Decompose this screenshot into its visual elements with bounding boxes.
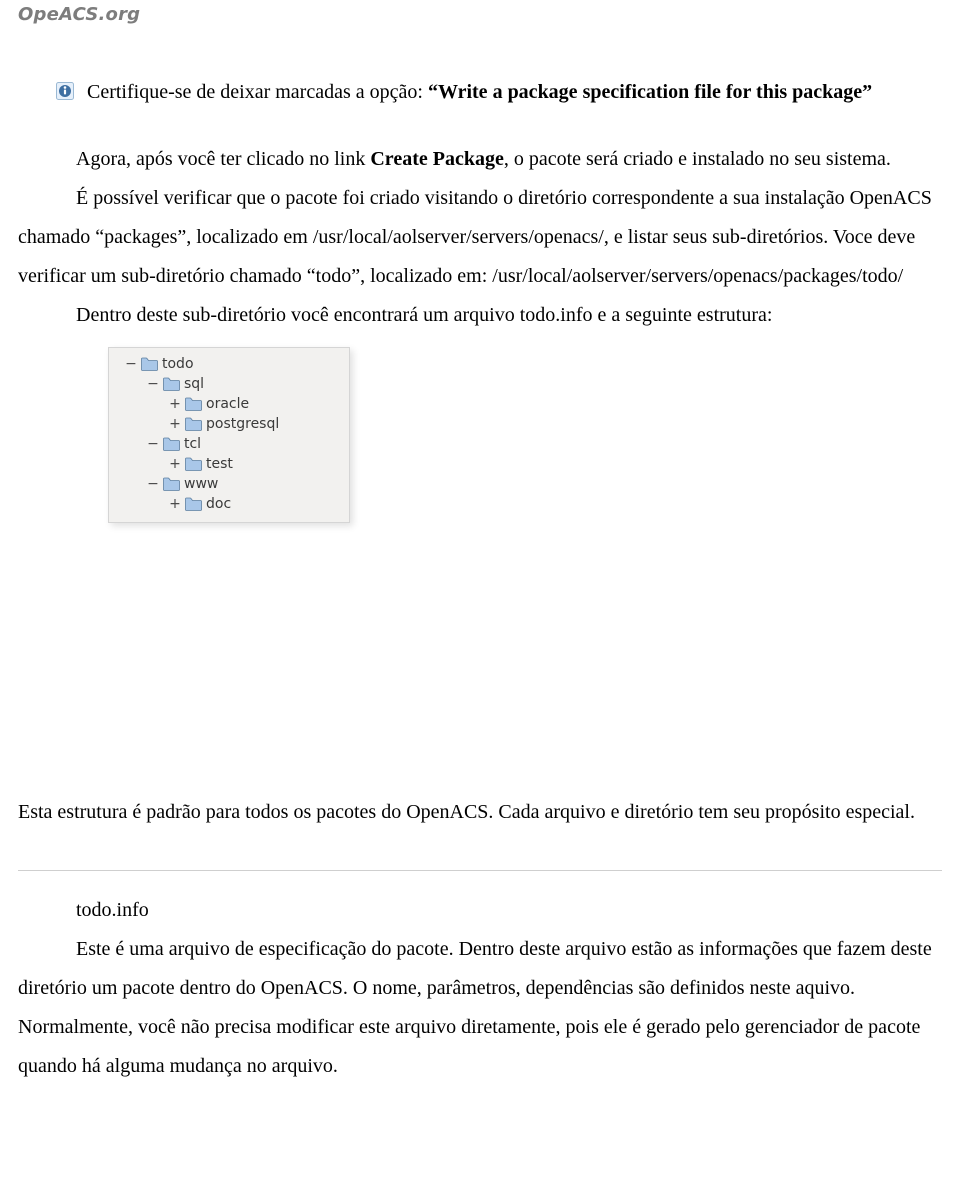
tree-row[interactable]: − sql — [113, 374, 345, 394]
section-separator — [18, 870, 942, 871]
tree-row[interactable]: + test — [113, 454, 345, 474]
tree-node-label: oracle — [206, 396, 249, 412]
tree-node-label: www — [184, 476, 218, 492]
tree-node-label: doc — [206, 496, 231, 512]
tree-node-label: todo — [162, 356, 194, 372]
tree-node-label: sql — [184, 376, 204, 392]
directory-tree: −todo−sql+oracle+postgresql−tcl+test−www… — [108, 347, 350, 523]
paragraph-3: É possível verificar que o pacote foi cr… — [18, 179, 942, 296]
p2-post: , o pacote será criado e instalado no se… — [504, 148, 891, 170]
tree-node-label: test — [206, 456, 233, 472]
tree-row[interactable]: + postgresql — [113, 414, 345, 434]
section-body: Este é uma arquivo de especificação do p… — [18, 930, 942, 1086]
paragraph-note: Certifique-se de deixar marcadas a opção… — [18, 73, 942, 112]
tree-collapse-icon[interactable]: − — [125, 358, 137, 370]
folder-icon — [185, 417, 202, 431]
tree-collapse-icon[interactable]: − — [147, 438, 159, 450]
folder-icon — [163, 377, 180, 391]
section-title: todo.info — [18, 891, 942, 930]
tree-row[interactable]: − todo — [113, 354, 345, 374]
tree-row[interactable]: − www — [113, 474, 345, 494]
folder-icon — [163, 477, 180, 491]
tree-node-label: postgresql — [206, 416, 279, 432]
folder-icon — [141, 357, 158, 371]
paragraph-5: Esta estrutura é padrão para todos os pa… — [18, 793, 942, 832]
tree-expand-icon[interactable]: + — [169, 458, 181, 470]
paragraph-2: Agora, após você ter clicado no link Cre… — [18, 140, 942, 179]
folder-icon — [185, 457, 202, 471]
tree-row[interactable]: + oracle — [113, 394, 345, 414]
tree-row[interactable]: + doc — [113, 494, 345, 514]
tree-collapse-icon[interactable]: − — [147, 478, 159, 490]
folder-icon — [185, 397, 202, 411]
tree-collapse-icon[interactable]: − — [147, 378, 159, 390]
site-name: OpeACS.org — [18, 4, 140, 25]
paragraph-4: Dentro deste sub-diretório você encontra… — [18, 296, 942, 335]
tree-expand-icon[interactable]: + — [169, 498, 181, 510]
note-text-pre: Certifique-se de deixar marcadas a opção… — [87, 81, 428, 103]
spacer — [18, 112, 942, 140]
folder-icon — [185, 497, 202, 511]
page-header: OpeACS.org — [18, 4, 942, 25]
note-text-bold: “Write a package specification file for … — [428, 81, 872, 103]
p2-link-label: Create Package — [370, 148, 503, 170]
p2-pre: Agora, após você ter clicado no link — [76, 148, 370, 170]
page: OpeACS.org Certifique-se de deixar marca… — [0, 0, 960, 1199]
tree-expand-icon[interactable]: + — [169, 418, 181, 430]
tree-node-label: tcl — [184, 436, 201, 452]
folder-icon — [163, 437, 180, 451]
info-icon — [56, 75, 74, 93]
tree-row[interactable]: − tcl — [113, 434, 345, 454]
tree-expand-icon[interactable]: + — [169, 398, 181, 410]
spacer — [18, 533, 942, 793]
